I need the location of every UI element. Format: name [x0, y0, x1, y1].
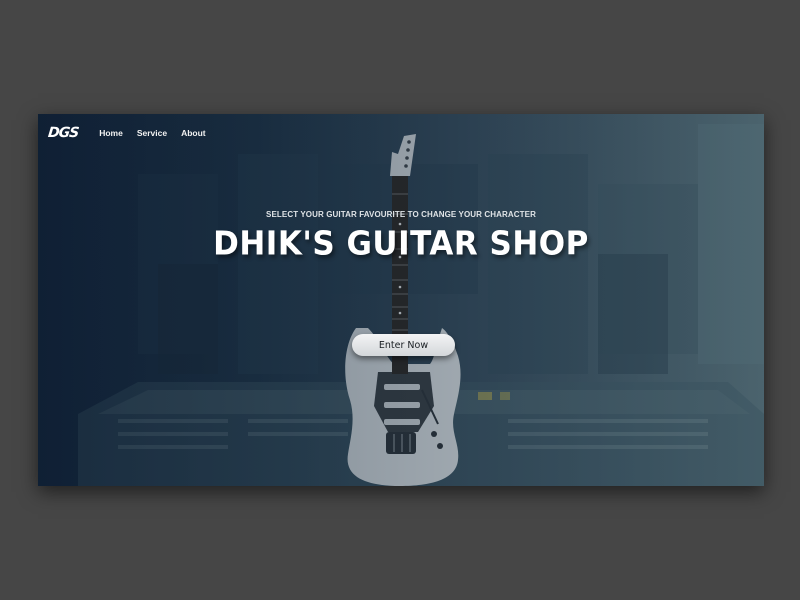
hero-tagline: SELECT YOUR GUITAR FAVOURITE TO CHANGE Y… [266, 210, 536, 219]
brand-logo[interactable]: DGS [47, 125, 79, 141]
nav-link-home[interactable]: Home [99, 128, 123, 138]
navbar: DGS Home Service About [47, 124, 220, 142]
nav-link-about[interactable]: About [181, 128, 206, 138]
enter-now-button[interactable]: Enter Now [352, 334, 455, 356]
hero-section: DGS Home Service About SELECT YOUR GUITA… [38, 114, 764, 486]
background-overlay [38, 114, 764, 486]
nav-link-service[interactable]: Service [137, 128, 167, 138]
hero-title: DHIK'S GUITAR SHOP [213, 225, 589, 263]
